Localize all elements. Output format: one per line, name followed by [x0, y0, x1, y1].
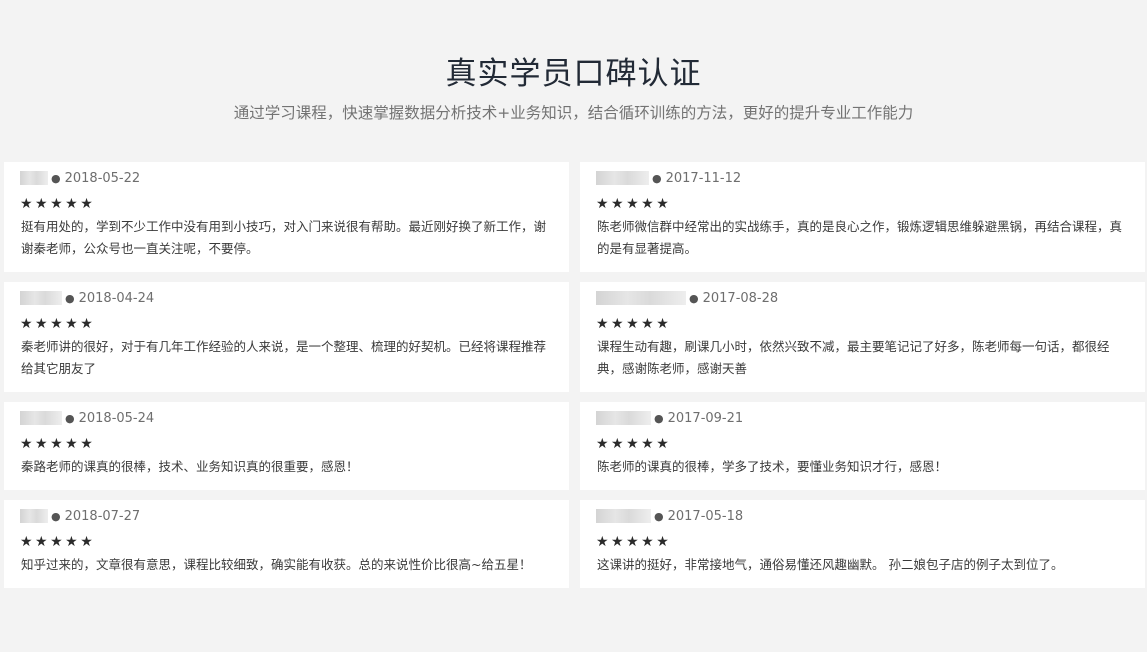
review-meta: ● 2018-05-22 [20, 170, 140, 186]
review-date: 2018-07-27 [64, 508, 141, 524]
review-meta: ● 2017-08-28 [596, 290, 778, 306]
separator-dot: ● [65, 291, 75, 305]
review-meta: ● 2018-04-24 [20, 290, 154, 306]
review-text: 挺有用处的，学到不少工作中没有用到小技巧，对入门来说很有帮助。最近刚好换了新工作… [21, 219, 547, 256]
separator-dot: ● [65, 411, 75, 425]
review-text: 陈老师的课真的很棒，学多了技术，要懂业务知识才行，感恩！ [597, 459, 948, 474]
star-icon: ★★★★★ [596, 196, 672, 212]
star-icon: ★★★★★ [596, 534, 672, 550]
review-date: 2017-09-21 [667, 410, 744, 426]
review-card: ● 2018-07-27 ★★★★★ 知乎过来的，文章很有意思，课程比较细致，确… [4, 500, 569, 588]
review-meta: ● 2018-05-24 [20, 410, 154, 426]
page-subtitle: 通过学习课程，快速掌握数据分析技术+业务知识，结合循环训练的方法，更好的提升专业… [233, 104, 914, 122]
reviewer-name-redacted [20, 411, 62, 425]
separator-dot: ● [689, 291, 699, 305]
review-card: ● 2018-05-22 ★★★★★ 挺有用处的，学到不少工作中没有用到小技巧，… [4, 162, 569, 272]
review-meta: ● 2017-05-18 [596, 508, 743, 524]
review-meta: ● 2018-07-27 [20, 508, 140, 524]
review-text: 秦路老师的课真的很棒，技术、业务知识真的很重要，感恩！ [21, 459, 359, 474]
review-text: 陈老师微信群中经常出的实战练手，真的是良心之作，锻炼逻辑思维躲避黑锅，再结合课程… [597, 219, 1123, 256]
review-meta: ● 2017-11-12 [596, 170, 741, 186]
review-card: ● 2017-11-12 ★★★★★ 陈老师微信群中经常出的实战练手，真的是良心… [580, 162, 1145, 272]
separator-dot: ● [654, 411, 664, 425]
separator-dot: ● [51, 509, 61, 523]
reviewer-name-redacted [596, 509, 651, 523]
review-text: 知乎过来的，文章很有意思，课程比较细致，确实能有收获。总的来说性价比很高~给五星… [21, 557, 532, 572]
star-icon: ★★★★★ [596, 436, 672, 452]
review-card: ● 2017-05-18 ★★★★★ 这课讲的挺好，非常接地气，通俗易懂还风趣幽… [580, 500, 1145, 588]
review-date: 2017-08-28 [702, 290, 779, 306]
star-icon: ★★★★★ [20, 436, 96, 452]
review-date: 2018-05-22 [64, 170, 141, 186]
review-text: 这课讲的挺好，非常接地气，通俗易懂还风趣幽默。 孙二娘包子店的例子太到位了。 [597, 557, 1064, 572]
review-text: 秦老师讲的很好，对于有几年工作经验的人来说，是一个整理、梳理的好契机。已经将课程… [21, 339, 547, 376]
review-card: ● 2017-09-21 ★★★★★ 陈老师的课真的很棒，学多了技术，要懂业务知… [580, 402, 1145, 490]
reviewer-name-redacted [596, 291, 686, 305]
separator-dot: ● [654, 509, 664, 523]
review-card: ● 2018-04-24 ★★★★★ 秦老师讲的很好，对于有几年工作经验的人来说… [4, 282, 569, 392]
separator-dot: ● [51, 171, 61, 185]
review-card: ● 2018-05-24 ★★★★★ 秦路老师的课真的很棒，技术、业务知识真的很… [4, 402, 569, 490]
reviewer-name-redacted [596, 411, 651, 425]
review-date: 2017-05-18 [667, 508, 744, 524]
review-date: 2018-04-24 [78, 290, 155, 306]
star-icon: ★★★★★ [596, 316, 672, 332]
reviewer-name-redacted [596, 171, 649, 185]
star-icon: ★★★★★ [20, 196, 96, 212]
review-card: ● 2017-08-28 ★★★★★ 课程生动有趣，刷课几小时，依然兴致不减，最… [580, 282, 1145, 392]
review-date: 2018-05-24 [78, 410, 155, 426]
reviewer-name-redacted [20, 171, 48, 185]
page-title: 真实学员口碑认证 [445, 56, 702, 92]
review-date: 2017-11-12 [665, 170, 742, 186]
separator-dot: ● [652, 171, 662, 185]
reviewer-name-redacted [20, 509, 48, 523]
reviewer-name-redacted [20, 291, 62, 305]
star-icon: ★★★★★ [20, 316, 96, 332]
review-text: 课程生动有趣，刷课几小时，依然兴致不减，最主要笔记记了好多，陈老师每一句话，都很… [597, 339, 1110, 376]
star-icon: ★★★★★ [20, 534, 96, 550]
review-meta: ● 2017-09-21 [596, 410, 743, 426]
